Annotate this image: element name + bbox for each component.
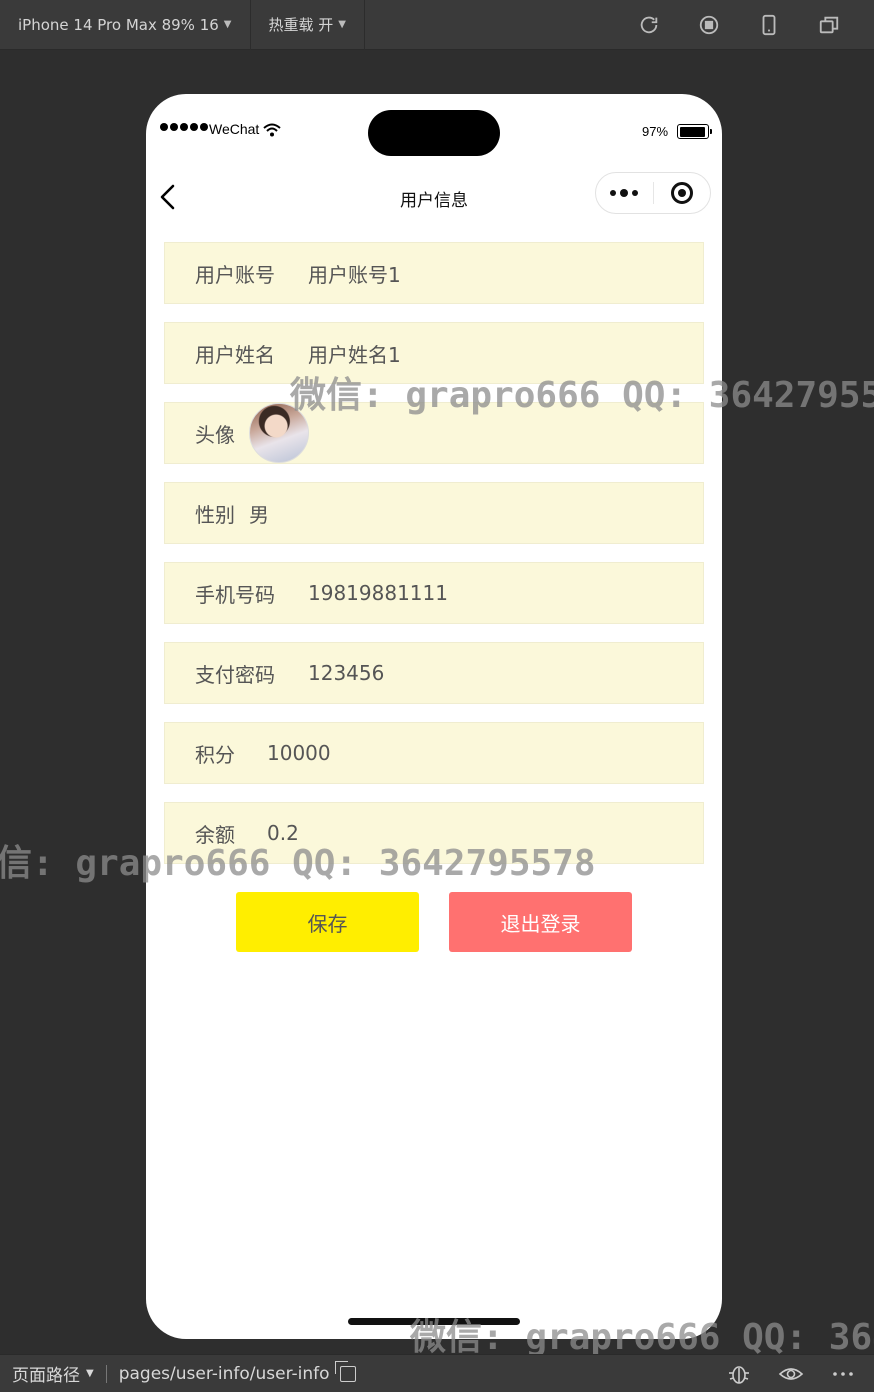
chevron-down-icon: ▼ — [86, 1368, 94, 1379]
name-field[interactable]: 用户姓名1 — [308, 339, 401, 368]
account-label: 用户账号 — [195, 262, 275, 287]
chevron-down-icon: ▼ — [338, 19, 346, 30]
mini-program-capsule — [595, 172, 711, 214]
phone-label: 手机号码 — [195, 582, 275, 607]
points-row: 积分 10000 — [164, 722, 704, 784]
chevron-down-icon: ▼ — [223, 19, 232, 30]
bug-icon[interactable] — [726, 1363, 752, 1385]
avatar[interactable] — [249, 403, 309, 463]
close-miniprogram-icon[interactable] — [653, 182, 710, 204]
divider — [105, 1364, 107, 1383]
window-icon[interactable] — [810, 6, 848, 44]
points-field[interactable]: 10000 — [267, 741, 331, 765]
nav-bar: 用户信息 — [146, 168, 722, 226]
logout-button[interactable]: 退出登录 — [449, 892, 632, 952]
device-label: iPhone 14 Pro Max 89% 16 — [18, 15, 219, 34]
phone-simulator: WeChat 97% 用户信息 用户账号 用户账号1 用户姓名 用户姓名1 头像… — [146, 94, 722, 1339]
home-indicator — [348, 1318, 520, 1325]
status-bar: WeChat 97% — [146, 94, 722, 168]
phone-field[interactable]: 19819881111 — [308, 581, 448, 605]
pay-password-field[interactable]: 123456 — [308, 661, 384, 685]
refresh-icon[interactable] — [630, 6, 668, 44]
hot-reload-label: 热重载 开 — [268, 16, 334, 34]
eye-icon[interactable] — [778, 1363, 804, 1385]
hot-reload-toggle[interactable]: 热重载 开 ▼ — [251, 0, 365, 50]
more-icon[interactable] — [596, 188, 653, 197]
phone-icon[interactable] — [750, 6, 788, 44]
balance-field[interactable]: 0.2 — [267, 821, 299, 845]
page-path: pages/user-info/user-info — [118, 1363, 330, 1384]
balance-row: 余额 0.2 — [164, 802, 704, 864]
account-row: 用户账号 用户账号1 — [164, 242, 704, 304]
signal-icon — [160, 123, 208, 131]
carrier-name: WeChat — [209, 121, 260, 137]
avatar-label: 头像 — [195, 422, 235, 447]
page-path-label: 页面路径 — [12, 1366, 80, 1386]
gender-label: 性别 — [195, 502, 235, 527]
device-selector[interactable]: iPhone 14 Pro Max 89% 16 ▼ — [0, 0, 251, 50]
stop-icon[interactable] — [690, 6, 728, 44]
pay-password-label: 支付密码 — [195, 662, 275, 687]
devtools-toolbar: iPhone 14 Pro Max 89% 16 ▼ 热重载 开 ▼ — [0, 0, 874, 50]
gender-picker[interactable]: 男 — [249, 499, 269, 528]
page-path-selector[interactable]: 页面路径 ▼ — [0, 1361, 94, 1386]
dynamic-island — [368, 110, 500, 156]
avatar-row: 头像 — [164, 402, 704, 464]
name-label: 用户姓名 — [195, 342, 275, 367]
user-info-form: 用户账号 用户账号1 用户姓名 用户姓名1 头像 性别 男 手机号码 19819… — [164, 242, 704, 882]
wifi-icon — [263, 123, 281, 137]
points-label: 积分 — [195, 742, 235, 767]
pay-password-row: 支付密码 123456 — [164, 642, 704, 704]
battery-icon — [677, 124, 712, 139]
balance-label: 余额 — [195, 822, 235, 847]
copy-icon[interactable] — [334, 1360, 356, 1382]
save-button[interactable]: 保存 — [236, 892, 419, 952]
name-row: 用户姓名 用户姓名1 — [164, 322, 704, 384]
phone-row: 手机号码 19819881111 — [164, 562, 704, 624]
action-buttons: 保存 退出登录 — [236, 892, 632, 952]
gender-row: 性别 男 — [164, 482, 704, 544]
devtools-bottom-bar: 页面路径 ▼ pages/user-info/user-info — [0, 1354, 874, 1392]
more-options-icon[interactable] — [830, 1363, 856, 1385]
battery-percent: 97% — [642, 124, 669, 139]
account-field[interactable]: 用户账号1 — [308, 259, 401, 288]
